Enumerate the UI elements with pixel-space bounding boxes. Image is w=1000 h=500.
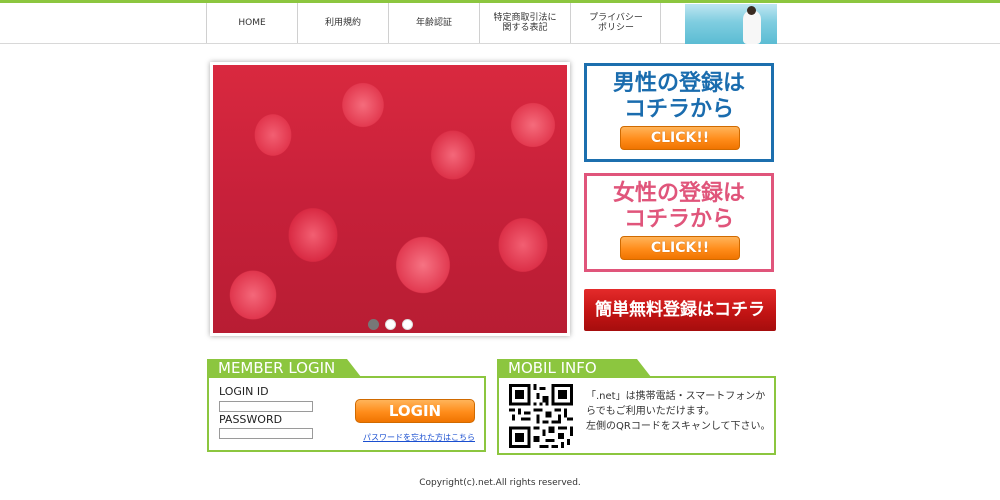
slider-dot-2[interactable] (385, 319, 396, 330)
login-id-input[interactable] (219, 401, 313, 412)
member-login-panel: MEMBER LOGIN LOGIN ID PASSWORD LOGIN パスワ… (207, 359, 486, 453)
free-register-button[interactable]: 簡単無料登録はコチラ (584, 289, 776, 331)
nav-age-verification[interactable]: 年齢認証 (388, 3, 479, 43)
mobile-info-text: 「.net」は携帯電話・スマートフォンか らでもご利用いただけます。 左側のQR… (586, 391, 771, 432)
mobile-info-panel: MOBIL INFO 「.net」は携帯電話・スマートフォンか らでもご利用いた… (497, 359, 776, 455)
slider-dot-3[interactable] (402, 319, 413, 330)
slider-dot-1[interactable] (368, 319, 379, 330)
login-id-label: LOGIN ID (219, 385, 269, 398)
slider-pagination (368, 319, 413, 330)
qr-code-icon (509, 384, 573, 448)
nav-divider (660, 3, 661, 43)
image-slider (210, 62, 570, 336)
bride-figure (743, 10, 761, 44)
member-login-body: LOGIN ID PASSWORD LOGIN パスワードを忘れた方はこちら (207, 376, 486, 452)
male-register-banner[interactable]: 男性の登録は コチラから CLICK!! (584, 63, 774, 162)
forgot-password-link[interactable]: パスワードを忘れた方はこちら (363, 432, 475, 443)
male-register-text: 男性の登録は コチラから (612, 71, 745, 122)
footer-copyright: Copyright(c).net.All rights reserved. (419, 478, 581, 488)
female-click-button[interactable]: CLICK!! (620, 236, 740, 260)
password-label: PASSWORD (219, 413, 283, 426)
nav-commercial-law[interactable]: 特定商取引法に 関する表記 (479, 3, 570, 43)
password-input[interactable] (219, 428, 313, 439)
tulip-slide-image (213, 65, 567, 333)
female-register-banner[interactable]: 女性の登録は コチラから CLICK!! (584, 173, 774, 272)
login-button[interactable]: LOGIN (355, 399, 475, 423)
member-login-heading: MEMBER LOGIN (207, 359, 361, 377)
male-click-button[interactable]: CLICK!! (620, 126, 740, 150)
nav-terms[interactable]: 利用規約 (297, 3, 388, 43)
mobile-info-heading: MOBIL INFO (497, 359, 651, 377)
top-navigation: HOME 利用規約 年齢認証 特定商取引法に 関する表記 プライバシー ポリシー (0, 3, 1000, 44)
nav-privacy-policy[interactable]: プライバシー ポリシー (570, 3, 661, 43)
header-banner-image (685, 4, 777, 44)
mobile-info-body: 「.net」は携帯電話・スマートフォンか らでもご利用いただけます。 左側のQR… (497, 376, 776, 455)
nav-home[interactable]: HOME (206, 3, 297, 43)
bride-head (747, 6, 756, 15)
female-register-text: 女性の登録は コチラから (612, 181, 745, 232)
